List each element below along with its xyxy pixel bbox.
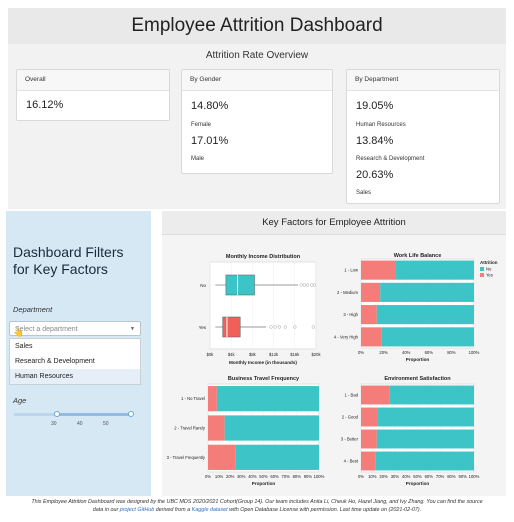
gender-card: By Gender 14.80% Female 17.01% Male (181, 69, 333, 174)
age-slider-handle-high[interactable] (128, 411, 134, 417)
dropdown-option-rd[interactable]: Research & Development (10, 354, 140, 369)
github-link[interactable]: project GitHub (120, 507, 154, 513)
filters-title-line1: Dashboard Filters (13, 244, 124, 260)
department-label: Department (13, 305, 53, 314)
department-card-label: By Department (347, 70, 499, 91)
overall-card-label: Overall (17, 70, 169, 91)
dept-hr-label: Human Resources (356, 122, 406, 128)
gender-card-label: By Gender (182, 70, 332, 91)
age-slider-range[interactable] (56, 413, 131, 416)
gender-male-value: 17.01% (191, 135, 229, 147)
dashboard-title: Employee Attrition Dashboard (8, 8, 506, 45)
gender-female-value: 14.80% (191, 100, 229, 112)
dept-rd-label: Research & Development (356, 156, 425, 162)
gender-female-label: Female (191, 122, 212, 128)
overall-card: Overall 16.12% (16, 69, 170, 121)
age-slider-handle-low[interactable] (54, 411, 60, 417)
department-select[interactable]: Select a department ▼ (9, 321, 141, 336)
age-tick-50: 50 (103, 421, 109, 427)
key-factors-title: Key Factors for Employee Attrition (162, 211, 506, 235)
department-placeholder: Select a department (15, 326, 78, 333)
chevron-down-icon[interactable]: ▼ (130, 322, 135, 337)
department-dropdown-menu: Sales Research & Development Human Resou… (9, 338, 141, 385)
dropdown-option-sales[interactable]: Sales (10, 339, 140, 354)
overview-panel: Attrition Rate Overview Overall 16.12% B… (8, 44, 506, 209)
dept-sales-value: 20.63% (356, 169, 394, 181)
filters-title: Dashboard Filters for Key Factors (13, 244, 124, 278)
mouse-pointer-icon: 👆 (13, 327, 25, 337)
dept-sales-label: Sales (356, 190, 372, 196)
footer-line2: data in our project GitHub derived from … (92, 507, 422, 513)
key-factors-panel: Key Factors for Employee Attrition (162, 211, 506, 496)
age-label: Age (13, 396, 27, 405)
age-tick-30: 30 (51, 421, 57, 427)
dept-hr-value: 19.05% (356, 100, 394, 112)
dropdown-option-hr[interactable]: Human Resources (10, 369, 140, 384)
footer-line1: This Employee Attrition Dashboard was de… (31, 499, 483, 505)
department-card: By Department 19.05% Human Resources 13.… (346, 69, 500, 204)
filters-title-line2: for Key Factors (13, 261, 108, 277)
footer-text: This Employee Attrition Dashboard was de… (0, 498, 514, 514)
kaggle-link[interactable]: Kaggle dataset (192, 507, 228, 513)
overview-title: Attrition Rate Overview (205, 50, 309, 61)
gender-male-label: Male (191, 156, 205, 162)
overall-value: 16.12% (26, 99, 64, 111)
age-tick-40: 40 (77, 421, 83, 427)
dept-rd-value: 13.84% (356, 135, 394, 147)
